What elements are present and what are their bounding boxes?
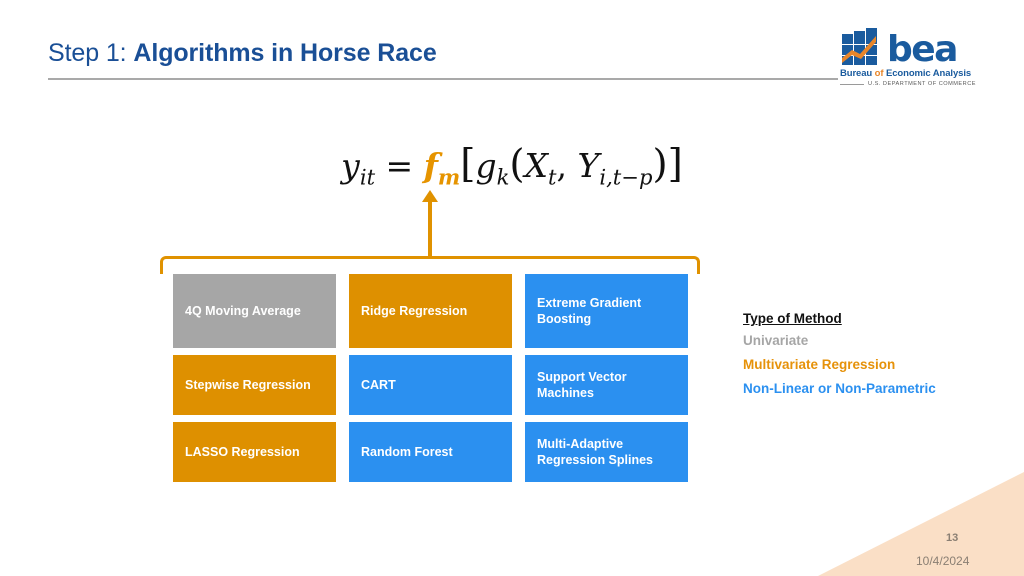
method-box-multi-adaptive-regression-splines[interactable]: Multi-Adaptive Regression Splines: [525, 422, 688, 482]
bea-department-line: U.S. DEPARTMENT OF COMMERCE: [840, 81, 1000, 87]
slide-canvas: Step 1: Algorithms in Horse Race bea Bur…: [0, 0, 1024, 576]
title-divider: [48, 77, 838, 80]
equation-g-sub: k: [496, 164, 510, 190]
method-label: 4Q Moving Average: [185, 304, 301, 318]
equation-open-paren: (: [509, 142, 525, 187]
method-box-stepwise-regression[interactable]: Stepwise Regression: [173, 355, 336, 415]
equation-close-bracket: ]: [667, 142, 683, 187]
legend-title: Type of Method: [743, 311, 842, 326]
equation-x-sub: t: [548, 164, 557, 190]
bea-subtitle: Bureau of Economic Analysis: [840, 68, 1000, 79]
equation-close-paren: ): [652, 142, 668, 187]
method-box-lasso-regression[interactable]: LASSO Regression: [173, 422, 336, 482]
grid-row: 4Q Moving Average Ridge Regression Extre…: [173, 274, 688, 348]
equation-lhs-var: y: [341, 146, 360, 185]
method-label: Extreme Gradient Boosting: [537, 296, 642, 326]
equation-open-bracket: [: [460, 142, 476, 187]
equation-f-sub: m: [437, 164, 461, 190]
title-step-label: Step 1:: [48, 39, 127, 67]
equation-g-var: g: [475, 146, 497, 185]
equation-y-sub: i,t−p: [599, 164, 653, 190]
legend-item-non-linear-or-non-parametric: Non-Linear or Non-Parametric: [743, 380, 936, 396]
equation-comma: ,: [556, 146, 578, 185]
method-label: LASSO Regression: [185, 445, 300, 459]
method-label: Support Vector Machines: [537, 370, 627, 400]
callout-arrow-stem: [428, 200, 432, 258]
method-box-ridge-regression[interactable]: Ridge Regression: [349, 274, 512, 348]
bea-department-text: U.S. DEPARTMENT OF COMMERCE: [868, 81, 976, 87]
equation-y-var: Y: [577, 146, 600, 185]
page-title: Step 1: Algorithms in Horse Race: [48, 39, 848, 68]
method-box-support-vector-machines[interactable]: Support Vector Machines: [525, 355, 688, 415]
title-main-label: Algorithms in Horse Race: [133, 39, 437, 67]
method-label: Ridge Regression: [361, 304, 468, 318]
method-label: Multi-Adaptive Regression Splines: [537, 437, 654, 467]
equation-lhs-sub: it: [359, 164, 376, 190]
legend-item-multivariate-regression: Multivariate Regression: [743, 356, 896, 372]
legend-item-univariate: Univariate: [743, 333, 809, 348]
bea-chart-mark-icon: [840, 28, 884, 66]
equation-f-term: fm: [423, 146, 461, 190]
method-box-extreme-gradient-boosting[interactable]: Extreme Gradient Boosting: [525, 274, 688, 348]
bea-subtitle-part1: Bureau: [840, 68, 875, 79]
grid-grouping-bracket: [160, 256, 700, 274]
grid-row: Stepwise Regression CART Support Vector …: [173, 355, 688, 415]
equation-x-var: X: [524, 146, 549, 185]
method-label: CART: [361, 378, 396, 392]
logo-top-row: bea: [840, 26, 1000, 71]
logo-rule: [840, 83, 864, 85]
algorithm-grid: 4Q Moving Average Ridge Regression Extre…: [173, 274, 688, 482]
method-label: Random Forest: [361, 445, 453, 459]
method-box-random-forest[interactable]: Random Forest: [349, 422, 512, 482]
footer-date: 10/4/2024: [916, 554, 970, 568]
bea-subtitle-part2: Economic Analysis: [883, 68, 972, 79]
method-type-legend: Type of Method Univariate Multivariate R…: [743, 311, 936, 405]
slide-title-block: Step 1: Algorithms in Horse Race: [48, 39, 848, 80]
method-label: Stepwise Regression: [185, 378, 311, 392]
equation-equals: =: [385, 146, 414, 185]
bea-wordmark: bea: [887, 29, 958, 71]
equation-f-var: f: [423, 146, 438, 185]
method-box-4q-moving-average[interactable]: 4Q Moving Average: [173, 274, 336, 348]
page-number: 13: [946, 532, 959, 544]
bea-logo: bea Bureau of Economic Analysis U.S. DEP…: [840, 26, 1000, 88]
method-box-cart[interactable]: CART: [349, 355, 512, 415]
model-equation: yit = fm[gk(Xt, Yi,t−p)]: [0, 142, 1024, 190]
grid-row: LASSO Regression Random Forest Multi-Ada…: [173, 422, 688, 482]
